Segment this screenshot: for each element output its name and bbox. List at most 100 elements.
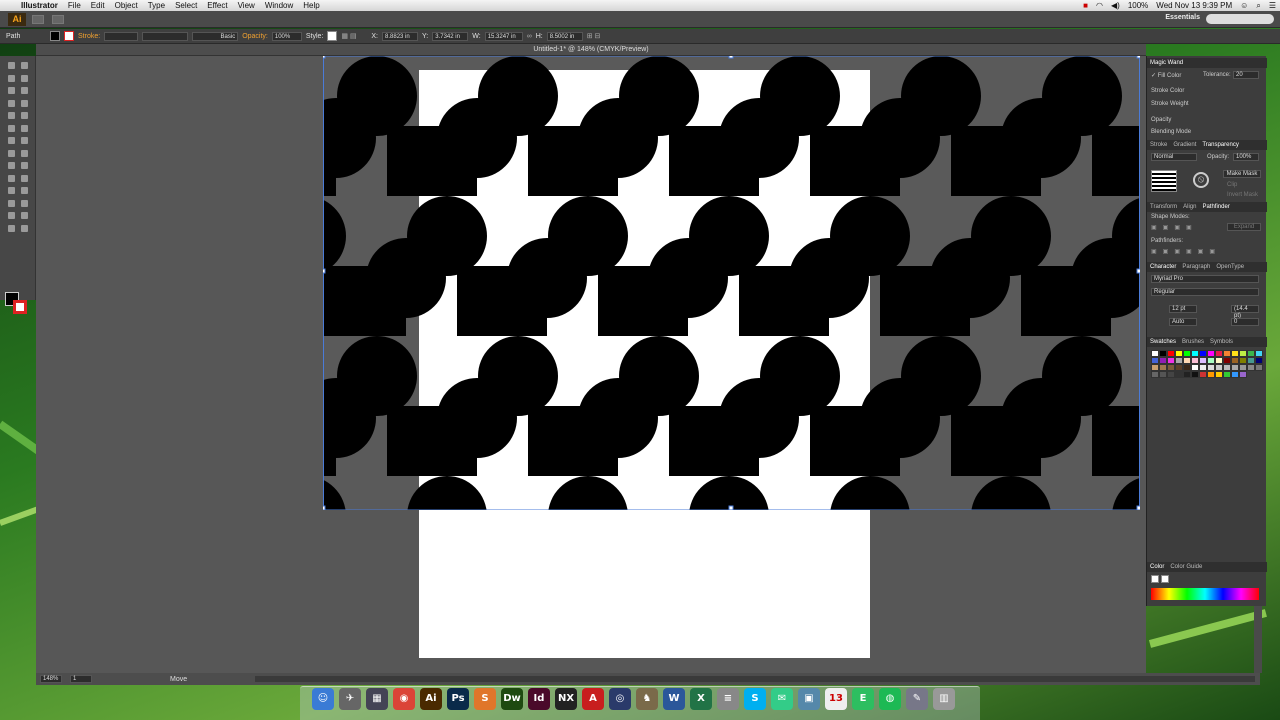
transparency-opacity-field[interactable]: 100% [1233, 153, 1259, 161]
menu-type[interactable]: Type [143, 1, 170, 10]
color-swatch[interactable] [1191, 357, 1199, 364]
color-swatch[interactable] [1159, 350, 1167, 357]
menu-effect[interactable]: Effect [202, 1, 232, 10]
color-swatch[interactable] [1167, 350, 1175, 357]
width-field[interactable]: 15.3247 in [484, 31, 523, 41]
color-swatch[interactable] [1215, 371, 1223, 378]
color-swatch[interactable] [1247, 364, 1255, 371]
color-swatch[interactable] [1247, 350, 1255, 357]
pattern-circle[interactable] [619, 56, 699, 136]
color-swatch[interactable] [1167, 357, 1175, 364]
dock-chrome-icon[interactable]: ◉ [393, 688, 415, 710]
color-swatch[interactable] [1199, 364, 1207, 371]
dock-photoshop-icon[interactable]: Ps [447, 688, 469, 710]
battery-label[interactable]: 100% [1124, 1, 1152, 10]
color-swatch[interactable] [1151, 357, 1159, 364]
color-swatch[interactable] [1191, 371, 1199, 378]
selection-tool-icon[interactable] [8, 62, 15, 69]
type-tool-icon[interactable] [21, 87, 28, 94]
color-swatch[interactable] [1231, 357, 1239, 364]
dock-evernote-icon[interactable]: E [852, 688, 874, 710]
graphic-style-swatch[interactable] [327, 31, 338, 41]
dock-calendar-icon[interactable]: 13 [825, 688, 847, 710]
color-swatch[interactable] [1199, 371, 1207, 378]
dock-mission-control-icon[interactable]: ▦ [366, 688, 388, 710]
font-size-field[interactable]: 12 pt [1169, 305, 1197, 313]
shape-mode-buttons[interactable]: ▣▣▣▣ [1151, 224, 1198, 231]
color-swatch[interactable] [1175, 371, 1183, 378]
zoom-field[interactable]: 148% [40, 675, 62, 683]
color-swatch[interactable] [1223, 371, 1231, 378]
dock-acrobat-icon[interactable]: A [582, 688, 604, 710]
color-swatch[interactable] [1175, 350, 1183, 357]
color-swatch[interactable] [1231, 371, 1239, 378]
zoom-tool-icon[interactable] [21, 224, 28, 232]
width-tool-icon[interactable] [8, 149, 15, 157]
transform-icon[interactable]: ⊞ ⊟ [587, 32, 601, 40]
horizontal-scrollbar[interactable] [255, 676, 1256, 682]
align-icon[interactable]: ▦ ▤ [341, 32, 367, 40]
color-swatch[interactable] [1239, 371, 1247, 378]
color-swatch[interactable] [1207, 364, 1215, 371]
eraser-tool-icon[interactable] [21, 124, 28, 132]
pattern-circle[interactable] [689, 196, 769, 276]
dock-trash-icon[interactable]: ▥ [933, 688, 955, 710]
document-tab[interactable]: Untitled-1* @ 148% (CMYK/Preview) [36, 44, 1146, 56]
dock-word-icon[interactable]: W [663, 688, 685, 710]
color-stroke-swatch[interactable] [1161, 575, 1169, 583]
magic-wand-title[interactable]: Magic Wand [1150, 60, 1183, 66]
y-position-field[interactable]: 3.7342 in [432, 31, 469, 41]
make-mask-button[interactable]: Make Mask [1223, 170, 1261, 178]
tab-opentype[interactable]: OpenType [1216, 264, 1244, 270]
arrange-documents-icon[interactable] [52, 15, 64, 24]
pathfinder-buttons[interactable]: ▣▣▣▣▣▣ [1151, 248, 1221, 255]
color-swatch[interactable] [1183, 350, 1191, 357]
perspective-tool-icon[interactable] [21, 162, 28, 169]
tab-transparency[interactable]: Transparency [1202, 142, 1238, 148]
stroke-weight-field[interactable] [104, 31, 139, 41]
pattern-circle[interactable] [548, 196, 628, 276]
color-swatch[interactable] [1159, 364, 1167, 371]
height-field[interactable]: 8.5002 in [546, 31, 583, 41]
column-graph-tool-icon[interactable] [21, 199, 28, 207]
tab-transform[interactable]: Transform [1150, 204, 1177, 210]
record-icon[interactable]: ■ [1079, 1, 1092, 10]
pattern-artwork[interactable] [323, 56, 1140, 510]
opacity-label[interactable]: Opacity: [242, 33, 268, 40]
direct-selection-tool-icon[interactable] [21, 62, 28, 69]
stroke-color-option[interactable]: Stroke Color [1151, 88, 1184, 94]
font-family-select[interactable]: Myriad Pro [1151, 275, 1259, 283]
canvas-pasteboard[interactable] [36, 56, 1146, 673]
workspace-switcher[interactable]: Essentials [1165, 14, 1200, 21]
hand-tool-icon[interactable] [8, 224, 15, 232]
color-swatch[interactable] [1199, 350, 1207, 357]
x-position-field[interactable]: 8.8823 in [382, 31, 419, 41]
selection-handle[interactable] [728, 505, 734, 510]
dock-sublime-icon[interactable]: S [474, 688, 496, 710]
tab-align[interactable]: Align [1183, 204, 1196, 210]
menu-select[interactable]: Select [170, 1, 202, 10]
color-swatch[interactable] [1183, 371, 1191, 378]
shape-builder-tool-icon[interactable] [8, 162, 15, 169]
color-swatch[interactable] [1247, 357, 1255, 364]
menu-help[interactable]: Help [298, 1, 324, 10]
pattern-circle[interactable] [619, 336, 699, 416]
pattern-circle[interactable] [478, 336, 558, 416]
color-swatch[interactable] [1207, 371, 1215, 378]
stroke-swatch-tool[interactable] [13, 300, 27, 314]
tab-paragraph[interactable]: Paragraph [1182, 264, 1210, 270]
opacity-field[interactable]: 100% [271, 31, 302, 41]
invert-mask-checkbox[interactable]: Invert Mask [1227, 192, 1258, 198]
color-swatch[interactable] [1231, 350, 1239, 357]
stroke-label[interactable]: Stroke: [78, 33, 100, 40]
artboard-tool-icon[interactable] [8, 212, 15, 219]
pattern-circle[interactable] [337, 336, 417, 416]
dock-finder-icon[interactable]: ☺ [312, 688, 334, 710]
blob-brush-tool-icon[interactable] [8, 124, 15, 132]
help-search-input[interactable] [1206, 14, 1274, 24]
stroke-color-swatch[interactable] [64, 31, 74, 41]
leading-field[interactable]: (14.4 pt) [1231, 305, 1259, 319]
menu-app-name[interactable]: Illustrator [16, 1, 63, 10]
dock-illustrator-icon[interactable]: Ai [420, 688, 442, 710]
tab-stroke[interactable]: Stroke [1150, 142, 1167, 148]
